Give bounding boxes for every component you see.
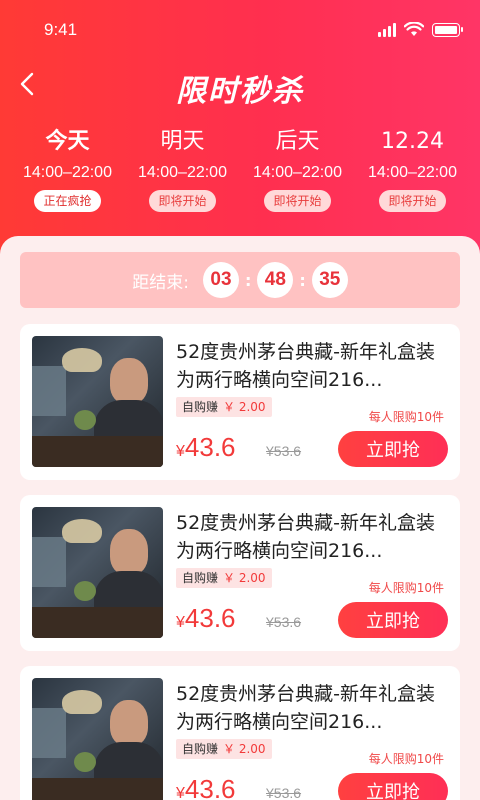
buy-now-button[interactable]: 立即抢 <box>338 431 448 467</box>
product-image[interactable] <box>32 507 163 638</box>
product-title-line: 52度贵州茅台典藏-新年礼盒装 <box>176 512 436 534</box>
price-value: 43.6 <box>184 774 236 800</box>
nav-bar: 限时秒杀 <box>0 62 480 109</box>
product-image[interactable] <box>32 336 163 467</box>
date-tab-time: 14:00–22:00 <box>138 164 227 181</box>
date-tab-day: 明天 <box>160 129 205 154</box>
date-tab-status-badge: 即将开始 <box>379 190 446 212</box>
countdown-separator: : <box>299 270 306 290</box>
product-card[interactable]: 52度贵州茅台典藏-新年礼盒装 为两行略横向空间216... 自购赚 ￥ 2.00… <box>20 495 460 651</box>
purchase-limit: 每人限购10件 <box>368 752 444 766</box>
original-price: ¥53.6 <box>266 614 302 630</box>
sale-price: ¥43.6 <box>176 603 236 634</box>
countdown-bar: 距结束: 03 : 48 : 35 <box>20 252 460 308</box>
status-time: 9:41 <box>44 20 78 39</box>
earn-label: 自购赚 <box>182 400 219 414</box>
price-currency: ¥ <box>176 443 185 460</box>
buy-now-button[interactable]: 立即抢 <box>338 602 448 638</box>
countdown-hours: 03 <box>202 262 239 298</box>
product-card[interactable]: 52度贵州茅台典藏-新年礼盒装 为两行略横向空间216... 自购赚 ￥ 2.00… <box>20 324 460 480</box>
product-title-line: 52度贵州茅台典藏-新年礼盒装 <box>176 683 436 705</box>
original-price: ¥53.6 <box>266 785 302 800</box>
sale-price: ¥43.6 <box>176 432 236 463</box>
wifi-icon <box>404 22 424 36</box>
date-tabs: 今天 14:00–22:00 正在疯抢 明天 14:00–22:00 即将开始 … <box>10 128 470 212</box>
date-tab-status-badge: 即将开始 <box>264 190 331 212</box>
earn-badge: 自购赚 ￥ 2.00 <box>176 568 272 588</box>
status-bar: 9:41 <box>0 0 480 62</box>
date-tab-day: 今天 <box>45 129 90 154</box>
product-image[interactable] <box>32 678 163 800</box>
earn-value: ￥ 2.00 <box>223 571 266 585</box>
purchase-limit: 每人限购10件 <box>368 581 444 595</box>
status-icons <box>378 22 463 37</box>
content-panel: 距结束: 03 : 48 : 35 52度贵州茅台典藏-新年礼盒装 为两行略横向… <box>0 236 480 800</box>
earn-label: 自购赚 <box>182 571 219 585</box>
product-title[interactable]: 52度贵州茅台典藏-新年礼盒装 为两行略横向空间216... <box>176 338 448 394</box>
product-title[interactable]: 52度贵州茅台典藏-新年礼盒装 为两行略横向空间216... <box>176 680 448 736</box>
date-tab-day-after[interactable]: 后天 14:00–22:00 即将开始 <box>240 128 355 212</box>
product-title-line: 52度贵州茅台典藏-新年礼盒装 <box>176 341 436 363</box>
earn-badge: 自购赚 ￥ 2.00 <box>176 397 272 417</box>
price-value: 43.6 <box>184 432 236 462</box>
product-title[interactable]: 52度贵州茅台典藏-新年礼盒装 为两行略横向空间216... <box>176 509 448 565</box>
date-tab-time: 14:00–22:00 <box>368 164 457 181</box>
date-tab-tomorrow[interactable]: 明天 14:00–22:00 即将开始 <box>125 128 240 212</box>
signal-icon <box>378 23 396 37</box>
battery-icon <box>432 23 463 37</box>
earn-label: 自购赚 <box>182 742 219 756</box>
product-card[interactable]: 52度贵州茅台典藏-新年礼盒装 为两行略横向空间216... 自购赚 ￥ 2.00… <box>20 666 460 800</box>
original-price: ¥53.6 <box>266 443 302 459</box>
page-title: 限时秒杀 <box>176 74 304 109</box>
date-tab-time: 14:00–22:00 <box>23 164 112 181</box>
product-title-line: 为两行略横向空间216... <box>176 711 383 733</box>
date-tab-status-badge: 即将开始 <box>149 190 216 212</box>
countdown-label: 距结束: <box>132 272 189 293</box>
date-tab-today[interactable]: 今天 14:00–22:00 正在疯抢 <box>10 128 125 212</box>
date-tab-1224[interactable]: 12.24 14:00–22:00 即将开始 <box>355 128 470 212</box>
purchase-limit: 每人限购10件 <box>368 410 444 424</box>
price-currency: ¥ <box>176 614 185 631</box>
sale-price: ¥43.6 <box>176 774 236 800</box>
earn-value: ￥ 2.00 <box>223 742 266 756</box>
product-title-line: 为两行略横向空间216... <box>176 540 383 562</box>
price-value: 43.6 <box>184 603 236 633</box>
date-tab-day: 12.24 <box>381 129 444 154</box>
countdown-seconds: 35 <box>311 262 348 298</box>
buy-now-button[interactable]: 立即抢 <box>338 773 448 800</box>
earn-value: ￥ 2.00 <box>223 400 266 414</box>
date-tab-time: 14:00–22:00 <box>253 164 342 181</box>
price-currency: ¥ <box>176 785 185 800</box>
date-tab-status-badge: 正在疯抢 <box>34 190 101 212</box>
product-title-line: 为两行略横向空间216... <box>176 369 383 391</box>
date-tab-day: 后天 <box>275 129 320 154</box>
countdown-minutes: 48 <box>257 262 294 298</box>
countdown-separator: : <box>244 270 252 290</box>
earn-badge: 自购赚 ￥ 2.00 <box>176 739 272 759</box>
